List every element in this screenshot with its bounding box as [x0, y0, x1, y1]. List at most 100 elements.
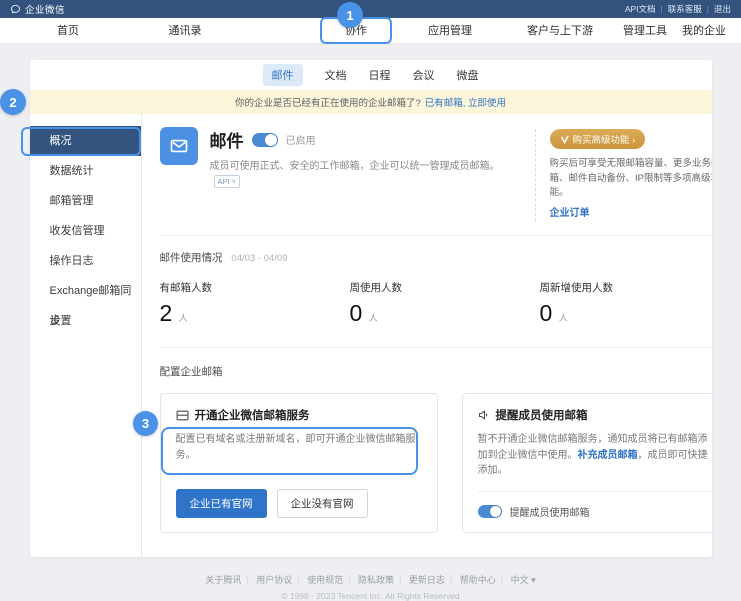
stat-unit: 人 — [179, 313, 188, 323]
usage-title: 邮件使用情况 — [160, 252, 223, 264]
top-bar: 企业微信 API文档 | 联系客服 | 退出 — [0, 0, 741, 18]
logout-link[interactable]: 退出 — [714, 3, 731, 15]
nav-tab-home[interactable]: 首页 — [57, 18, 79, 44]
stat-label: 有邮箱人数 — [160, 280, 350, 295]
spark-v-icon — [560, 135, 569, 144]
config-cards: 开通企业微信邮箱服务 配置已有域名或注册新域名，即可开通企业微信邮箱服务。 企业… — [160, 393, 712, 557]
activate-card-title: 开通企业微信邮箱服务 — [195, 407, 310, 423]
mail-status-label: 已启用 — [286, 132, 316, 147]
usage-date-range: 04/03 - 04/09 — [231, 253, 287, 264]
stat-label: 周使用人数 — [350, 280, 540, 295]
remind-card-desc: 暂不开通企业微信邮箱服务，通知成员将已有邮箱添加到企业微信中使用。补充成员邮箱，… — [478, 432, 712, 479]
mail-envelope-icon — [160, 127, 198, 165]
remind-members-toggle[interactable] — [478, 505, 502, 518]
stat-weekly-new: 周新增使用人数 0 人 — [540, 280, 712, 327]
footer-link-about[interactable]: 关于腾讯 — [205, 575, 241, 585]
main-nav: 首页 通讯录 协作 应用管理 客户与上下游 管理工具 我的企业 — [0, 18, 741, 44]
stat-weekly-active: 周使用人数 0 人 — [350, 280, 540, 327]
envelope-outline-icon — [176, 410, 189, 421]
footer-link-usage-rules[interactable]: 使用规范 — [307, 575, 343, 585]
footer-link-help-center[interactable]: 帮助中心 — [460, 575, 496, 585]
notice-bar: 你的企业是否已经有正在使用的企业邮箱了? 已有邮箱, 立即使用 — [30, 90, 712, 114]
sidebar-item-settings[interactable]: 设置 — [30, 306, 141, 336]
remind-members-card: 提醒成员使用邮箱 暂不开通企业微信邮箱服务，通知成员将已有邮箱添加到企业微信中使… — [462, 393, 712, 533]
megaphone-icon — [478, 409, 490, 421]
stat-unit: 人 — [369, 313, 378, 323]
wework-bubble-icon — [10, 4, 21, 15]
mail-desc-text: 成员可使用正式、安全的工作邮箱，企业可以统一管理成员邮箱。 — [210, 161, 500, 172]
footer-link-changelog[interactable]: 更新日志 — [409, 575, 445, 585]
remind-card-title: 提醒成员使用邮箱 — [496, 407, 588, 423]
app-logo: 企业微信 — [10, 2, 65, 16]
domain-buttons: 企业已有官网 企业没有官网 — [176, 489, 422, 518]
has-website-button[interactable]: 企业已有官网 — [176, 489, 267, 518]
nav-tab-my-company[interactable]: 我的企业 — [682, 18, 726, 44]
sidebar-item-exchange-sync[interactable]: Exchange邮箱同步 — [30, 276, 141, 306]
sidebar-item-send-receive[interactable]: 收发信管理 — [30, 216, 141, 246]
topbar-links: API文档 | 联系客服 | 退出 — [625, 3, 731, 15]
premium-description: 购买后可享受无限邮箱容量、更多业务邮箱、邮件自动备份、IP限制等多项高级功能。 — [550, 157, 712, 201]
main-panel: 邮件 已启用 成员可使用正式、安全的工作邮箱，企业可以统一管理成员邮箱。 API … — [142, 114, 712, 557]
mail-info: 邮件 已启用 成员可使用正式、安全的工作邮箱，企业可以统一管理成员邮箱。 API … — [160, 127, 525, 221]
section-divider — [160, 347, 712, 348]
stat-value: 0 — [350, 300, 363, 326]
footer: 关于腾讯| 用户协议| 使用规范| 隐私政策| 更新日志| 帮助中心| 中文 ▾… — [0, 573, 741, 601]
subtab-schedule[interactable]: 日程 — [369, 67, 391, 83]
notice-text: 你的企业是否已经有正在使用的企业邮箱了? — [235, 95, 421, 109]
sidebar-item-operation-log[interactable]: 操作日志 — [30, 246, 141, 276]
mail-enabled-toggle[interactable] — [252, 133, 278, 147]
buy-premium-button[interactable]: 购买高级功能 › — [550, 129, 646, 149]
subtab-mail[interactable]: 邮件 — [263, 64, 303, 86]
supplement-mailbox-link[interactable]: 补充成员邮箱 — [578, 450, 638, 461]
nav-tab-contacts[interactable]: 通讯录 — [169, 18, 202, 44]
sidebar-item-mailbox-management[interactable]: 邮箱管理 — [30, 186, 141, 216]
subtab-meeting[interactable]: 会议 — [413, 67, 435, 83]
sidebar-item-statistics[interactable]: 数据统计 — [30, 156, 141, 186]
notice-link[interactable]: 已有邮箱, 立即使用 — [425, 95, 506, 109]
app-title: 企业微信 — [25, 2, 65, 16]
mail-overview-section: 邮件 已启用 成员可使用正式、安全的工作邮箱，企业可以统一管理成员邮箱。 API … — [160, 127, 712, 221]
buy-premium-label: 购买高级功能 › — [573, 132, 636, 146]
sidebar: 概况 数据统计 邮箱管理 收发信管理 操作日志 Exchange邮箱同步 设置 — [30, 114, 142, 557]
config-section-title: 配置企业邮箱 — [160, 364, 712, 379]
api-docs-link[interactable]: API文档 — [625, 3, 656, 15]
mail-title: 邮件 — [210, 127, 244, 152]
sub-tabs: 邮件 文档 日程 会议 微盘 — [30, 60, 712, 90]
dashed-divider — [535, 129, 536, 221]
content-row: 概况 数据统计 邮箱管理 收发信管理 操作日志 Exchange邮箱同步 设置 … — [30, 114, 712, 557]
contact-support-link[interactable]: 联系客服 — [668, 3, 702, 15]
content-card: 邮件 文档 日程 会议 微盘 你的企业是否已经有正在使用的企业邮箱了? 已有邮箱… — [30, 60, 712, 557]
footer-language-selector[interactable]: 中文 ▾ — [511, 575, 536, 585]
enterprise-orders-link[interactable]: 企业订单 — [550, 204, 590, 219]
card-divider — [478, 491, 712, 492]
footer-links: 关于腾讯| 用户协议| 使用规范| 隐私政策| 更新日志| 帮助中心| 中文 ▾ — [0, 573, 741, 586]
nav-tab-apps[interactable]: 应用管理 — [428, 18, 472, 44]
section-divider — [160, 235, 712, 236]
premium-panel: 购买高级功能 › 购买后可享受无限邮箱容量、更多业务邮箱、邮件自动备份、IP限制… — [550, 127, 712, 221]
activate-mail-card: 开通企业微信邮箱服务 配置已有域名或注册新域名，即可开通企业微信邮箱服务。 企业… — [160, 393, 438, 533]
copyright: © 1998 - 2023 Tencent Inc. All Rights Re… — [0, 591, 741, 601]
mail-description: 成员可使用正式、安全的工作邮箱，企业可以统一管理成员邮箱。 API ˅ — [210, 159, 525, 189]
stat-value: 0 — [540, 300, 553, 326]
sidebar-item-overview[interactable]: 概况 — [30, 126, 141, 156]
divider: | — [707, 4, 709, 14]
stat-unit: 人 — [559, 313, 568, 323]
annotation-marker-3: 3 — [133, 411, 158, 436]
nav-tab-admin-tools[interactable]: 管理工具 — [623, 18, 667, 44]
subtab-docs[interactable]: 文档 — [325, 67, 347, 83]
stat-label: 周新增使用人数 — [540, 280, 712, 295]
usage-stats: 有邮箱人数 2 人 周使用人数 0 人 周新增使用人数 0 — [160, 280, 712, 327]
footer-link-privacy[interactable]: 隐私政策 — [358, 575, 394, 585]
nav-tab-customers[interactable]: 客户与上下游 — [527, 18, 593, 44]
divider: | — [661, 4, 663, 14]
api-dropdown-badge[interactable]: API ˅ — [214, 175, 241, 188]
stat-mailbox-users: 有邮箱人数 2 人 — [160, 280, 350, 327]
no-website-button[interactable]: 企业没有官网 — [277, 489, 368, 518]
activate-card-desc: 配置已有域名或注册新域名，即可开通企业微信邮箱服务。 — [176, 432, 422, 463]
footer-link-user-agreement[interactable]: 用户协议 — [256, 575, 292, 585]
subtab-drive[interactable]: 微盘 — [457, 67, 479, 83]
annotation-marker-1: 1 — [337, 2, 363, 28]
usage-header: 邮件使用情况 04/03 - 04/09 — [160, 250, 712, 265]
stat-value: 2 — [160, 300, 173, 326]
annotation-marker-2: 2 — [0, 89, 26, 115]
